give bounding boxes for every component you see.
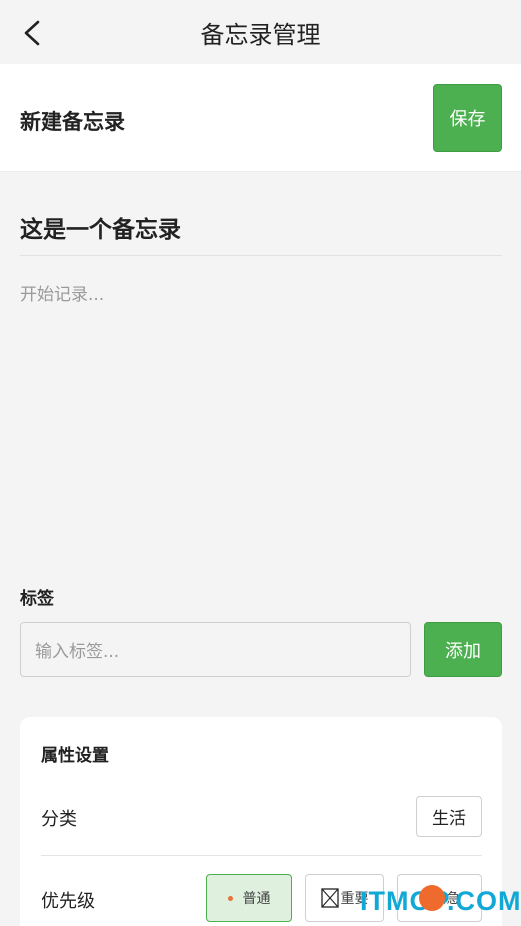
- divider: [20, 255, 502, 256]
- save-button[interactable]: 保存: [433, 84, 502, 152]
- memo-body-input[interactable]: 开始记录...: [20, 280, 104, 305]
- urgent-dot-icon: [418, 885, 445, 911]
- page-title: 备忘录管理: [200, 21, 321, 49]
- category-label: 分类: [41, 809, 77, 830]
- tag-input-placeholder: 输入标签...: [35, 642, 120, 662]
- header-title: 新建备忘录: [20, 110, 125, 134]
- tag-input[interactable]: 输入标签...: [20, 622, 411, 677]
- properties-title: 属性设置: [41, 746, 109, 766]
- header-card: 新建备忘录 保存: [0, 64, 521, 172]
- priority-label: 优先级: [41, 891, 95, 912]
- missing-glyph-icon: [320, 888, 339, 908]
- top-navigation-bar: 备忘录管理: [0, 0, 521, 64]
- properties-card: 属性设置 分类 生活 优先级 普通 重要 紧急: [20, 717, 502, 926]
- priority-option-label: 普通: [242, 891, 271, 907]
- category-selector[interactable]: 生活: [416, 796, 482, 837]
- priority-normal-button[interactable]: 普通: [206, 874, 292, 922]
- add-tag-button[interactable]: 添加: [424, 622, 502, 677]
- divider: [41, 855, 482, 856]
- memo-title-input[interactable]: 这是一个备忘录: [20, 210, 181, 244]
- tag-section-label: 标签: [20, 589, 54, 609]
- dot-icon: [227, 895, 233, 901]
